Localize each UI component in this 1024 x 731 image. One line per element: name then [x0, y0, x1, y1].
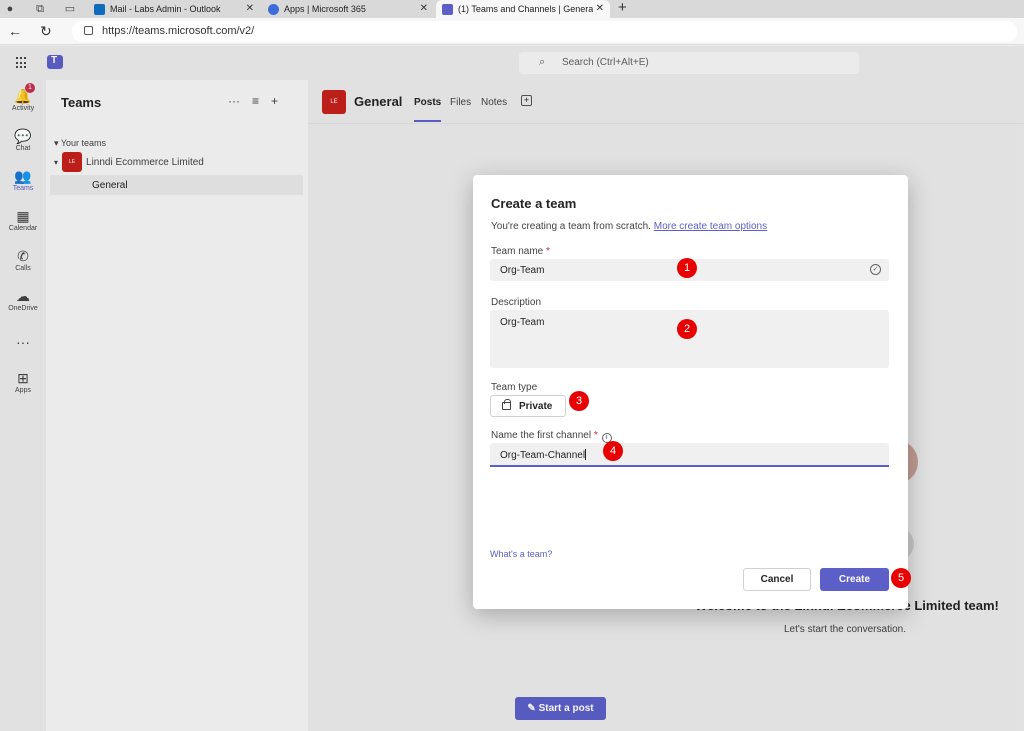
url-text: https://teams.microsoft.com/v2/ [102, 25, 255, 37]
create-button[interactable]: Create [820, 568, 889, 591]
cancel-button[interactable]: Cancel [743, 568, 811, 591]
arrow-left-icon[interactable]: ← [8, 23, 22, 39]
outlook-icon [94, 3, 105, 15]
collections-icon[interactable]: ⧉ [33, 2, 47, 16]
text-cursor [585, 449, 587, 460]
check-circle-icon: ✓ [870, 264, 881, 275]
lock-icon [502, 399, 511, 410]
url-field[interactable]: https://teams.microsoft.com/v2/ [72, 21, 1017, 42]
browser-tab-teams[interactable]: (1) Teams and Channels | General ✕ [436, 0, 610, 18]
refresh-icon[interactable]: ↻ [40, 23, 52, 39]
whats-a-team-link[interactable]: What's a team? [490, 549, 552, 559]
browser-tab-bar: ● ⧉ ▭ Mail - Labs Admin - Outlook ✕ Apps… [0, 0, 1024, 18]
profile-icon[interactable]: ● [3, 2, 17, 16]
close-icon[interactable]: ✕ [592, 3, 604, 14]
step-marker: 5 [891, 568, 911, 588]
team-type-button[interactable]: Private [490, 395, 566, 417]
teams-icon [442, 3, 453, 15]
channel-name-input[interactable]: Org-Team-Channel [490, 443, 889, 467]
description-label: Description [491, 297, 542, 308]
close-icon[interactable]: ✕ [420, 3, 428, 14]
step-marker: 4 [603, 441, 623, 461]
team-type-label: Team type [491, 382, 538, 393]
create-team-dialog: Create a team You're creating a team fro… [473, 175, 908, 609]
more-options-link[interactable]: More create team options [654, 221, 767, 232]
browser-tab-outlook[interactable]: Mail - Labs Admin - Outlook ✕ [88, 0, 260, 18]
browser-tab-m365[interactable]: Apps | Microsoft 365 ✕ [262, 0, 434, 18]
channel-name-label: Name the first channel * i [491, 430, 612, 443]
address-bar: ← ↻ https://teams.microsoft.com/v2/ [0, 18, 1024, 45]
close-icon[interactable]: ✕ [246, 3, 254, 14]
step-marker: 2 [677, 319, 697, 339]
dialog-intro: You're creating a team from scratch. Mor… [491, 221, 768, 232]
dialog-title: Create a team [491, 196, 577, 211]
step-marker: 1 [677, 258, 697, 278]
m365-icon [268, 3, 279, 15]
lock-icon [84, 26, 93, 35]
new-tab-button[interactable]: + [618, 0, 627, 16]
step-marker: 3 [569, 391, 589, 411]
team-name-label: Team name * [491, 246, 550, 257]
tab-actions-icon[interactable]: ▭ [63, 2, 77, 16]
